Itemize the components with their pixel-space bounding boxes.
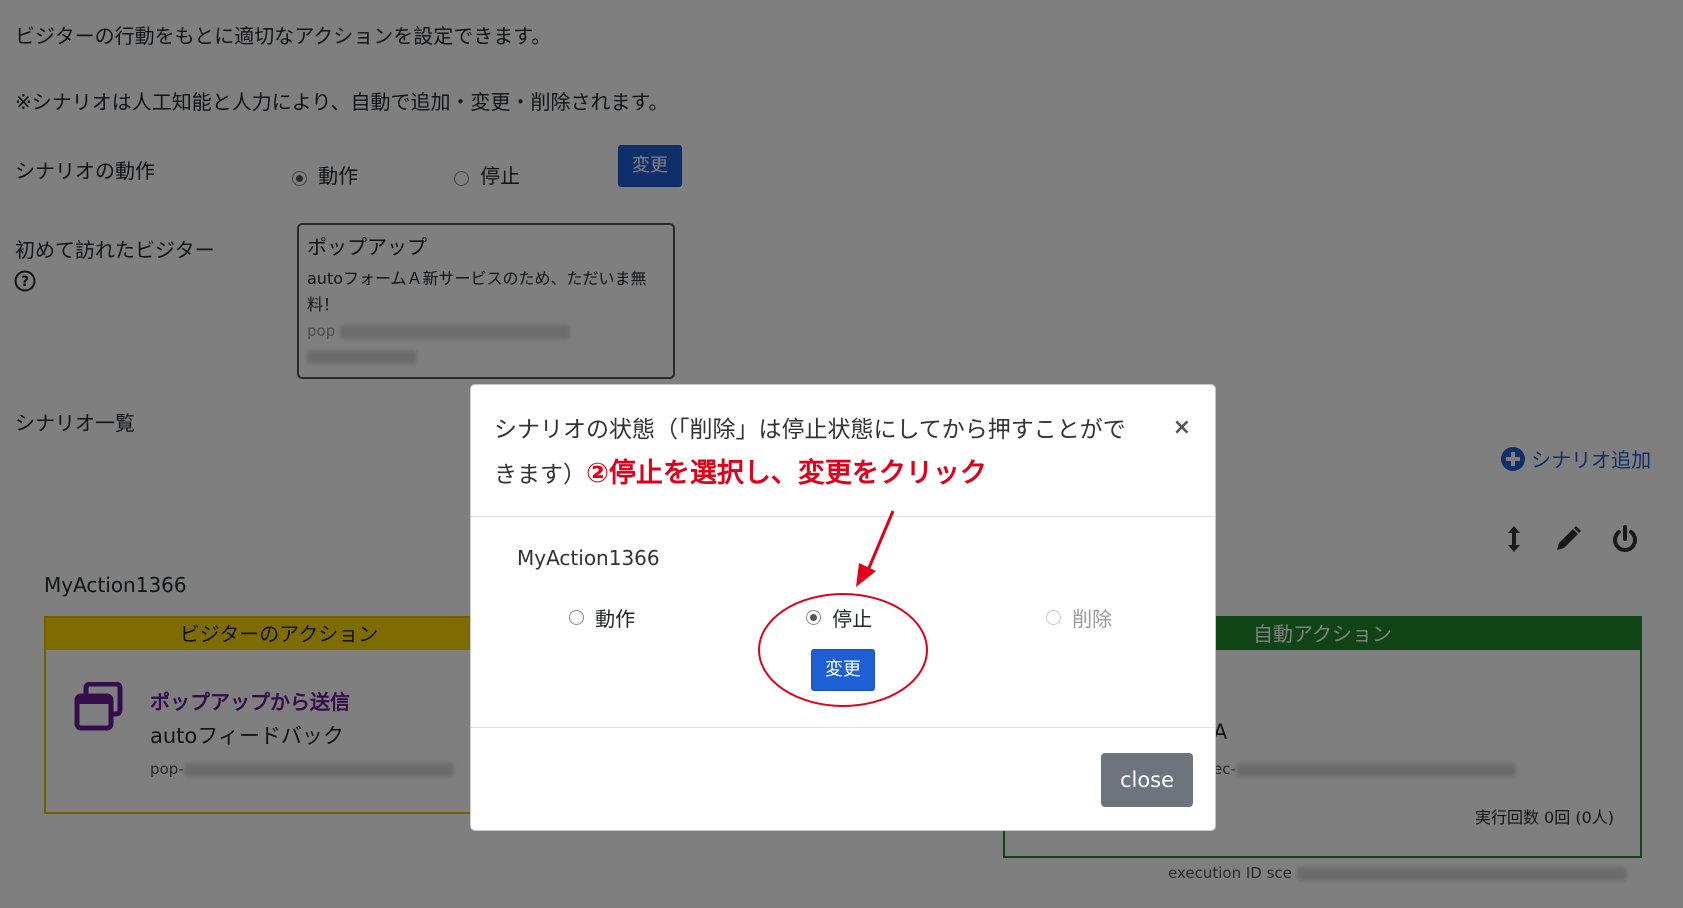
annotation-ellipse — [758, 593, 928, 707]
annotation-arrow-head — [856, 563, 876, 587]
modal-close-button[interactable]: close — [1101, 753, 1193, 807]
scenario-status-modal: シナリオの状態（「削除」は停止状態にしてから押すことができます）②停止を選択し、… — [470, 384, 1216, 831]
annotation-arrow-line — [864, 510, 895, 576]
modal-footer-divider — [471, 727, 1215, 728]
